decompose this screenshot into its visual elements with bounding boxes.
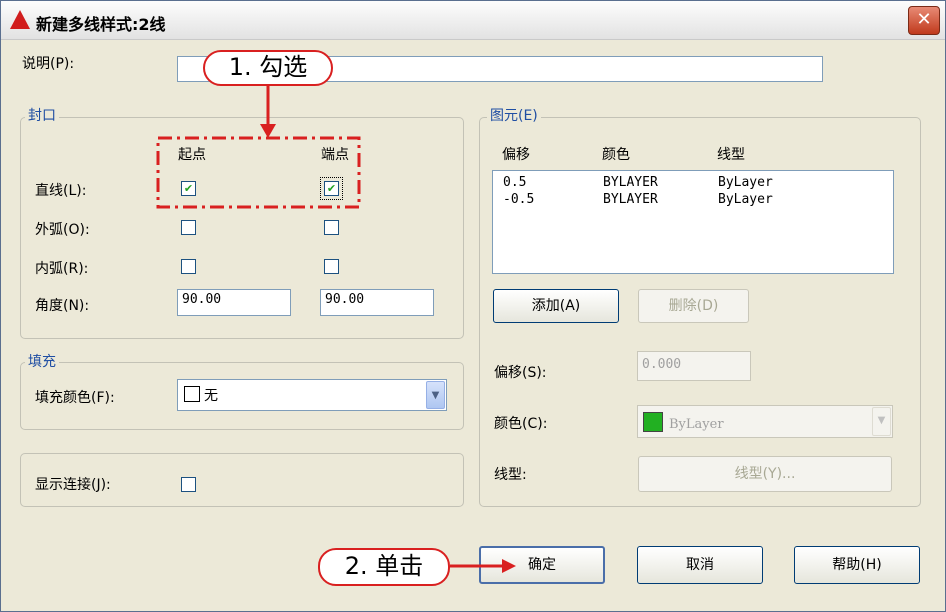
step2-callout: 2. 单击 xyxy=(318,548,450,586)
checkbox-highlight-box xyxy=(156,136,361,209)
step2-arrow-head xyxy=(502,559,516,573)
annotation-overlay xyxy=(156,85,516,573)
step1-callout: 1. 勾选 xyxy=(203,50,333,86)
step1-arrow-head xyxy=(260,124,276,138)
